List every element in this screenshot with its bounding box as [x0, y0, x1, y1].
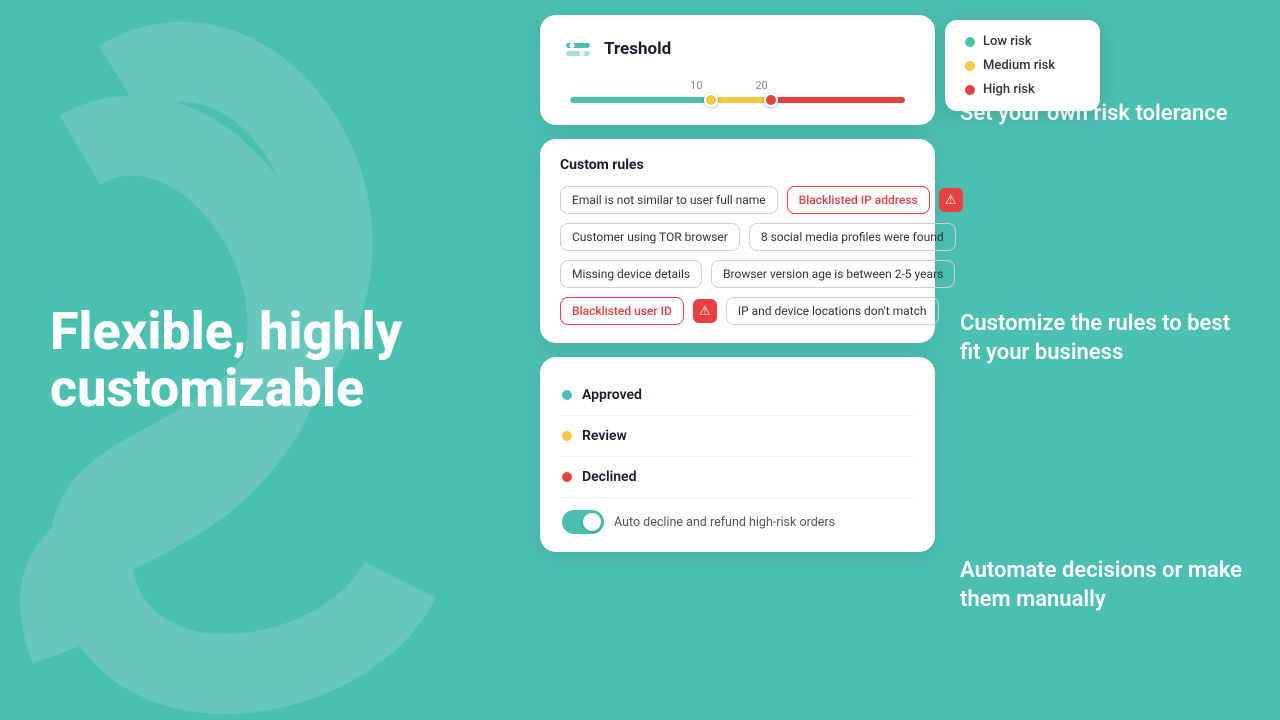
threshold-card: Treshold 10 20: [540, 15, 935, 125]
dot-declined: [562, 472, 572, 482]
rules-grid: Email is not similar to user full name B…: [560, 186, 915, 325]
rules-row-1: Email is not similar to user full name B…: [560, 186, 915, 214]
rules-row-2: Customer using TOR browser 8 social medi…: [560, 223, 915, 251]
legend-popup: Low risk Medium risk High risk: [945, 20, 1100, 111]
decision-approved: Approved: [562, 375, 913, 416]
right-label-customize: Customize the rules to best fit your bus…: [960, 310, 1250, 367]
rule-blacklisted-ip[interactable]: Blacklisted IP address: [787, 186, 930, 214]
decision-review: Review: [562, 416, 913, 457]
decision-declined: Declined: [562, 457, 913, 498]
rule-ip-location[interactable]: IP and device locations don't match: [726, 297, 939, 325]
rule-browser-age[interactable]: Browser version age is between 2-5 years: [711, 260, 955, 288]
warn-icon-ip: ⚠: [939, 188, 963, 212]
decision-approved-label: Approved: [582, 387, 642, 403]
toggle-row[interactable]: Auto decline and refund high-risk orders: [562, 498, 913, 534]
heading-line2: customizable: [50, 358, 364, 419]
toggle-label: Auto decline and refund high-risk orders: [614, 515, 835, 530]
slider-thumb-red[interactable]: [764, 93, 778, 107]
cards-area: Treshold 10 20 Low risk: [540, 15, 935, 552]
main-heading: Flexible, highly customizable: [50, 303, 470, 417]
slider-value-20: 20: [755, 79, 767, 92]
rule-email[interactable]: Email is not similar to user full name: [560, 186, 778, 214]
warn-icon-user: ⚠: [693, 299, 717, 323]
rule-social[interactable]: 8 social media profiles were found: [749, 223, 956, 251]
toggle-knob: [583, 513, 601, 531]
rules-row-3: Missing device details Browser version a…: [560, 260, 915, 288]
threshold-header: Treshold: [562, 33, 913, 65]
slider-container[interactable]: 10 20: [562, 79, 913, 103]
rule-blacklisted-user[interactable]: Blacklisted user ID: [560, 297, 684, 325]
heading-line1: Flexible, highly: [50, 301, 402, 362]
threshold-icon: [562, 33, 594, 65]
decision-declined-label: Declined: [582, 469, 636, 485]
auto-decline-toggle[interactable]: [562, 510, 604, 534]
legend-low-risk: Low risk: [965, 34, 1080, 49]
rule-tor[interactable]: Customer using TOR browser: [560, 223, 740, 251]
dot-review: [562, 431, 572, 441]
decisions-card: Approved Review Declined Auto decline an…: [540, 357, 935, 552]
dot-medium-risk: [965, 61, 975, 71]
dot-low-risk: [965, 37, 975, 47]
legend-medium-risk: Medium risk: [965, 58, 1080, 73]
slider-numbers: 10 20: [566, 79, 909, 95]
slider-thumb-yellow[interactable]: [704, 93, 718, 107]
slider-track[interactable]: [570, 97, 905, 103]
left-content: Flexible, highly customizable: [50, 303, 470, 417]
rules-row-4: Blacklisted user ID ⚠ IP and device loca…: [560, 297, 915, 325]
dot-high-risk: [965, 85, 975, 95]
dot-approved: [562, 390, 572, 400]
threshold-card-wrapper: Treshold 10 20 Low risk: [540, 15, 935, 125]
legend-high-label: High risk: [983, 82, 1035, 97]
rule-device[interactable]: Missing device details: [560, 260, 702, 288]
legend-medium-label: Medium risk: [983, 58, 1055, 73]
decision-review-label: Review: [582, 428, 627, 444]
right-label-automate: Automate decisions or make them manually: [960, 557, 1250, 614]
legend-low-label: Low risk: [983, 34, 1032, 49]
custom-rules-title: Custom rules: [560, 157, 915, 173]
slider-value-10: 10: [690, 79, 702, 92]
custom-rules-card: Custom rules Email is not similar to use…: [540, 139, 935, 343]
threshold-title: Treshold: [604, 39, 671, 59]
legend-high-risk: High risk: [965, 82, 1080, 97]
